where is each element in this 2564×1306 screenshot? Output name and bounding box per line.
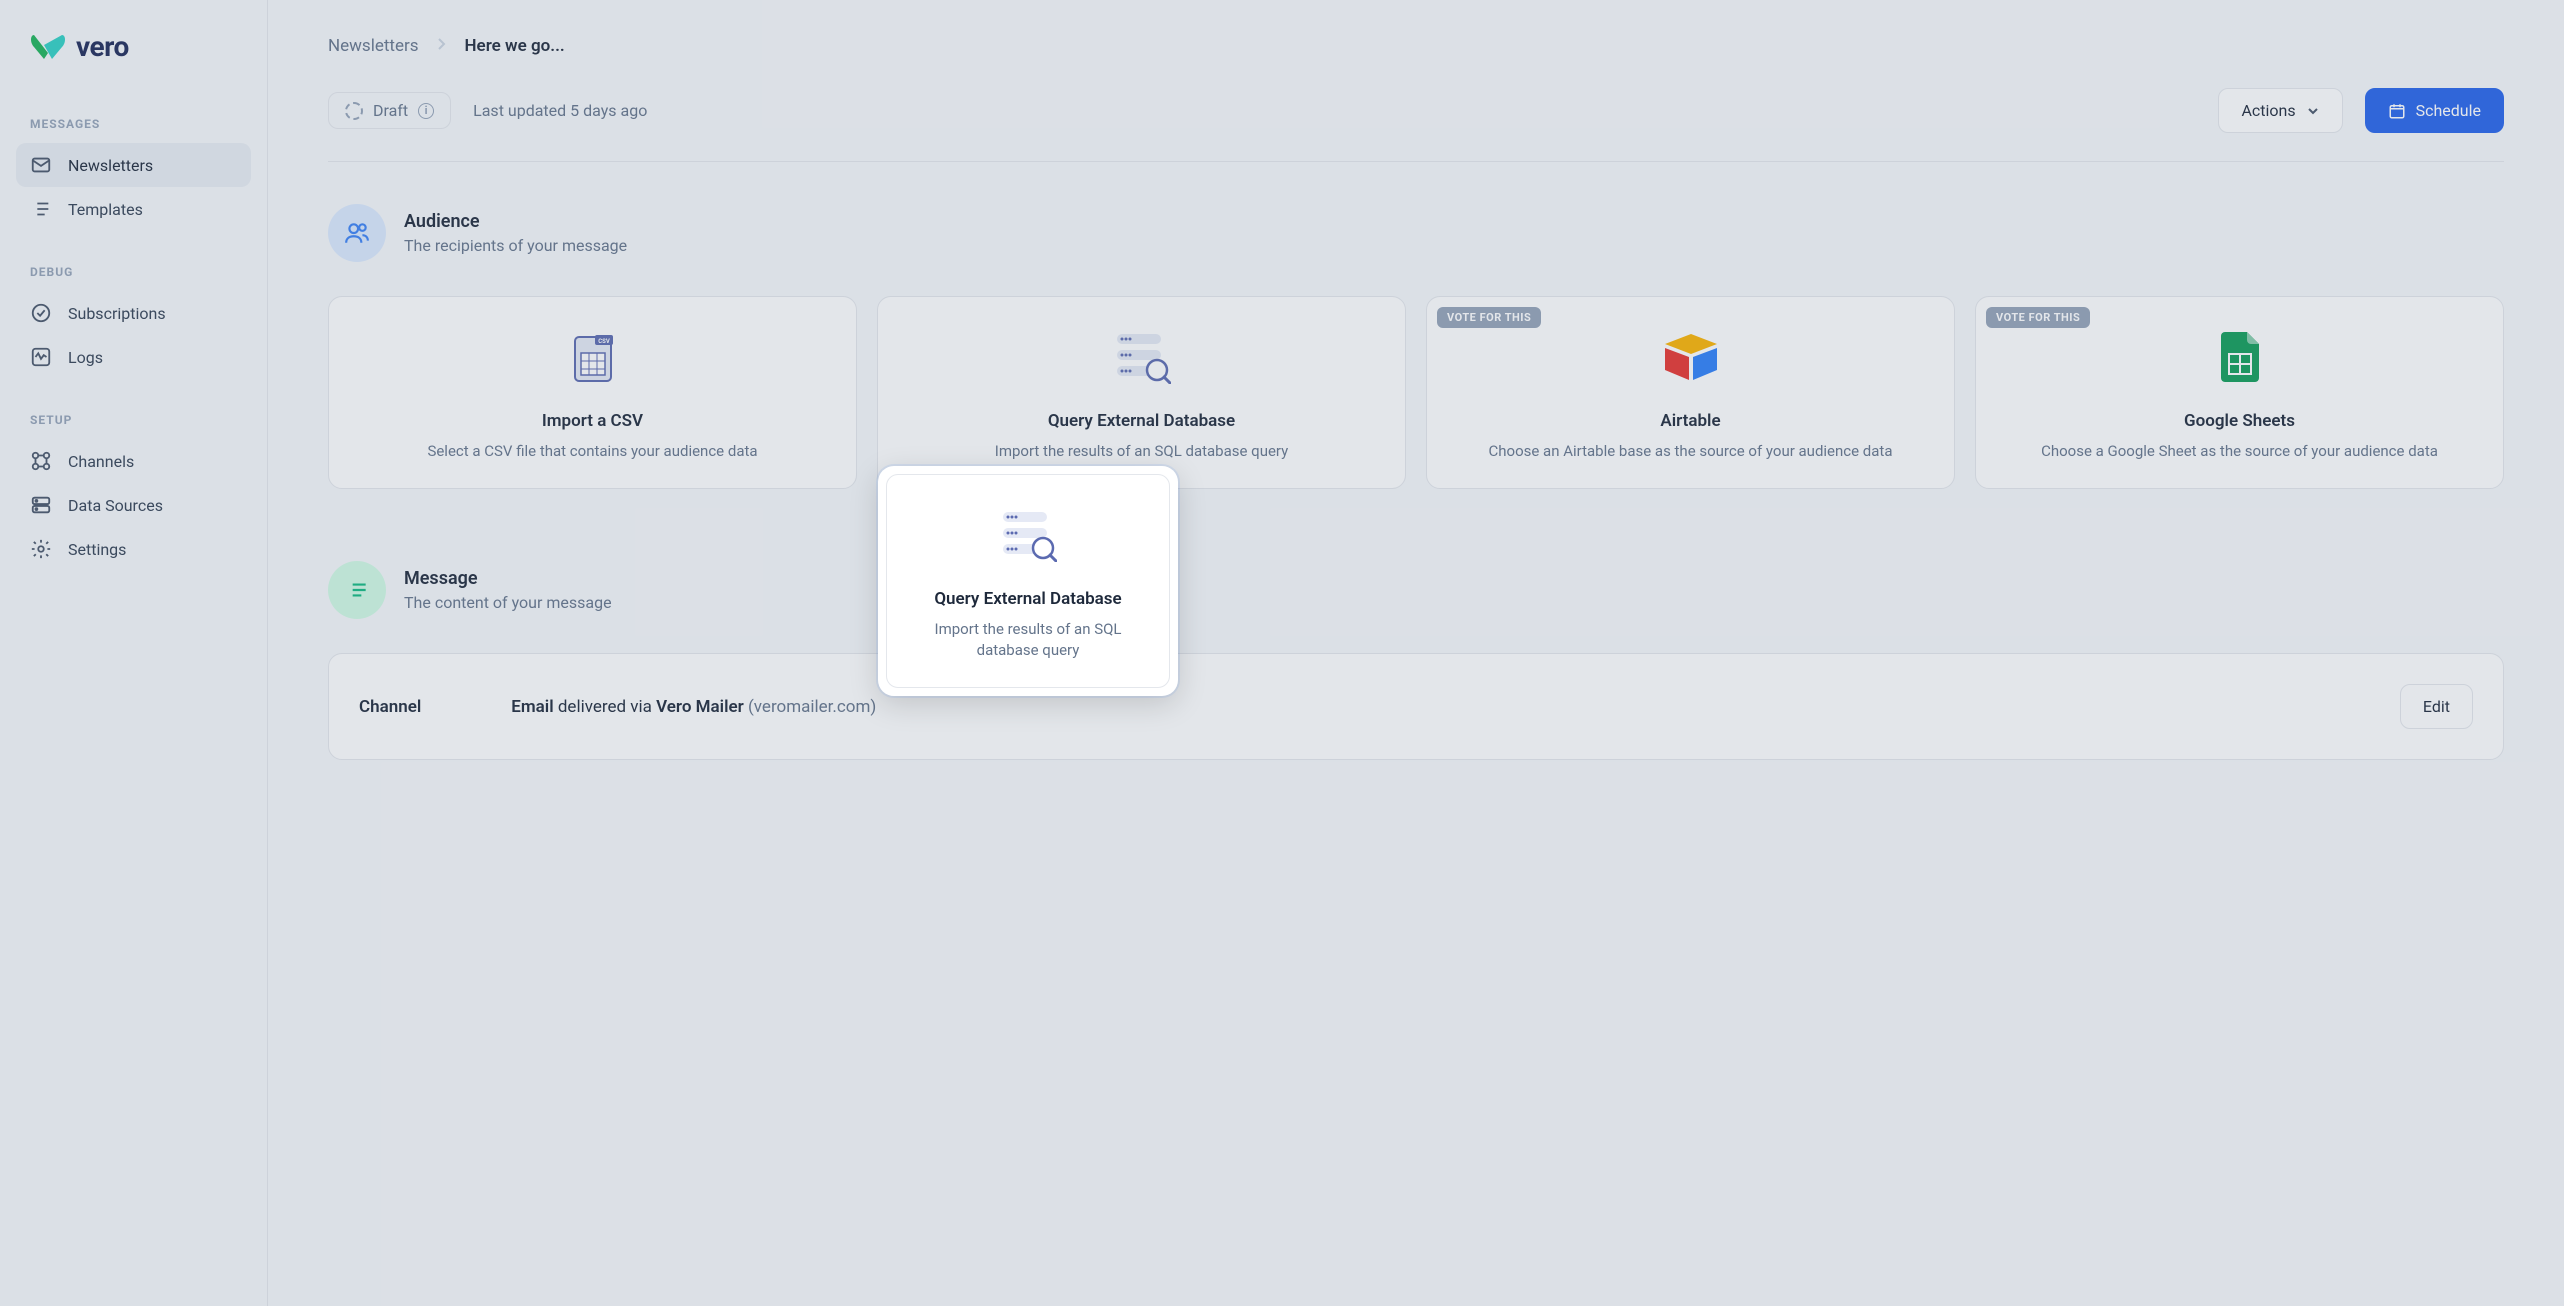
card-title: Query External Database	[909, 589, 1147, 609]
database-query-icon	[909, 505, 1147, 565]
audience-card-query-spotlight[interactable]: Query External Database Import the resul…	[886, 474, 1170, 688]
overlay-dim	[0, 0, 2564, 1306]
card-desc: Import the results of an SQL database qu…	[909, 619, 1147, 661]
spotlight: Query External Database Import the resul…	[878, 466, 1178, 696]
